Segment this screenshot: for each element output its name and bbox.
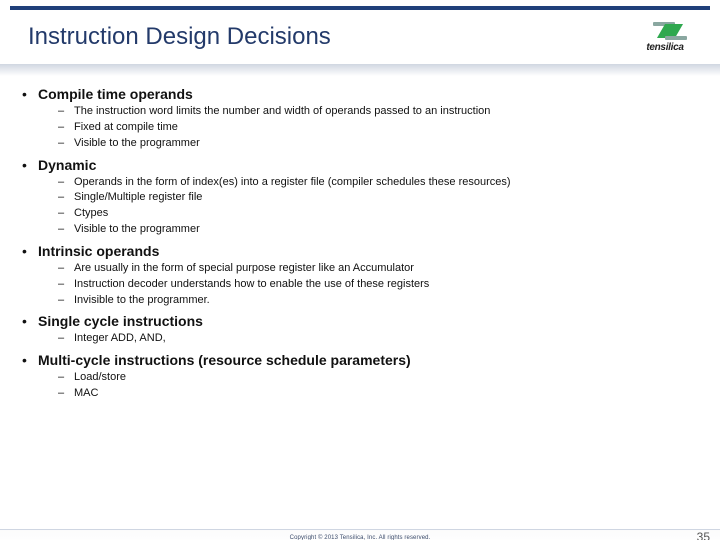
dash-icon: – (58, 222, 74, 237)
list-item-text: Instruction decoder understands how to e… (74, 277, 429, 292)
brand-name: tensilica (646, 42, 683, 53)
dash-icon: – (58, 293, 74, 308)
list-item-text: Fixed at compile time (74, 120, 178, 135)
list-item-text: Invisible to the programmer. (74, 293, 210, 308)
dash-icon: – (58, 206, 74, 221)
bullet-icon: • (22, 243, 38, 259)
dash-icon: – (58, 370, 74, 385)
section-heading: • Dynamic (22, 157, 698, 173)
section-heading-text: Dynamic (38, 157, 96, 173)
section-heading: • Multi-cycle instructions (resource sch… (22, 352, 698, 368)
list-item: –Visible to the programmer (58, 222, 698, 237)
list-item: –The instruction word limits the number … (58, 104, 698, 119)
dash-icon: – (58, 175, 74, 190)
copyright-text: Copyright © 2013 Tensilica, Inc. All rig… (290, 535, 431, 540)
brand-logo: tensilica (626, 17, 704, 57)
bullet-icon: • (22, 313, 38, 329)
bullet-icon: • (22, 86, 38, 102)
slide-title: Instruction Design Decisions (10, 23, 331, 51)
list-item-text: Are usually in the form of special purpo… (74, 261, 414, 276)
slide-content: • Compile time operands –The instruction… (0, 76, 720, 401)
list-item: –Operands in the form of index(es) into … (58, 175, 698, 190)
list-item-text: Ctypes (74, 206, 108, 221)
dash-icon: – (58, 120, 74, 135)
dash-icon: – (58, 104, 74, 119)
list-item-text: Single/Multiple register file (74, 190, 202, 205)
list-item-text: Load/store (74, 370, 126, 385)
list-item: –Single/Multiple register file (58, 190, 698, 205)
section-heading-text: Multi-cycle instructions (resource sched… (38, 352, 411, 368)
list-item: –Fixed at compile time (58, 120, 698, 135)
section-heading: • Intrinsic operands (22, 243, 698, 259)
list-item-text: Operands in the form of index(es) into a… (74, 175, 511, 190)
list-item-text: The instruction word limits the number a… (74, 104, 490, 119)
slide-footer: Copyright © 2013 Tensilica, Inc. All rig… (0, 529, 720, 540)
list-item: –Are usually in the form of special purp… (58, 261, 698, 276)
list-item-text: Integer ADD, AND, (74, 331, 166, 346)
list-item-text: MAC (74, 386, 98, 401)
bullet-icon: • (22, 352, 38, 368)
dash-icon: – (58, 331, 74, 346)
slide-header: Instruction Design Decisions tensilica (0, 10, 720, 64)
section-heading-text: Intrinsic operands (38, 243, 159, 259)
dash-icon: – (58, 136, 74, 151)
header-shadow (0, 64, 720, 76)
list-item: –Ctypes (58, 206, 698, 221)
page-number: 35 (697, 530, 710, 540)
list-item: –Integer ADD, AND, (58, 331, 698, 346)
list-item-text: Visible to the programmer (74, 136, 200, 151)
list-item: –Visible to the programmer (58, 136, 698, 151)
section-heading-text: Single cycle instructions (38, 313, 203, 329)
bullet-icon: • (22, 157, 38, 173)
list-item: –Instruction decoder understands how to … (58, 277, 698, 292)
dash-icon: – (58, 277, 74, 292)
brand-logo-mark (653, 22, 687, 40)
section-heading-text: Compile time operands (38, 86, 193, 102)
dash-icon: – (58, 261, 74, 276)
list-item-text: Visible to the programmer (74, 222, 200, 237)
dash-icon: – (58, 190, 74, 205)
list-item: –Load/store (58, 370, 698, 385)
list-item: –MAC (58, 386, 698, 401)
list-item: –Invisible to the programmer. (58, 293, 698, 308)
section-heading: • Compile time operands (22, 86, 698, 102)
dash-icon: – (58, 386, 74, 401)
section-heading: • Single cycle instructions (22, 313, 698, 329)
